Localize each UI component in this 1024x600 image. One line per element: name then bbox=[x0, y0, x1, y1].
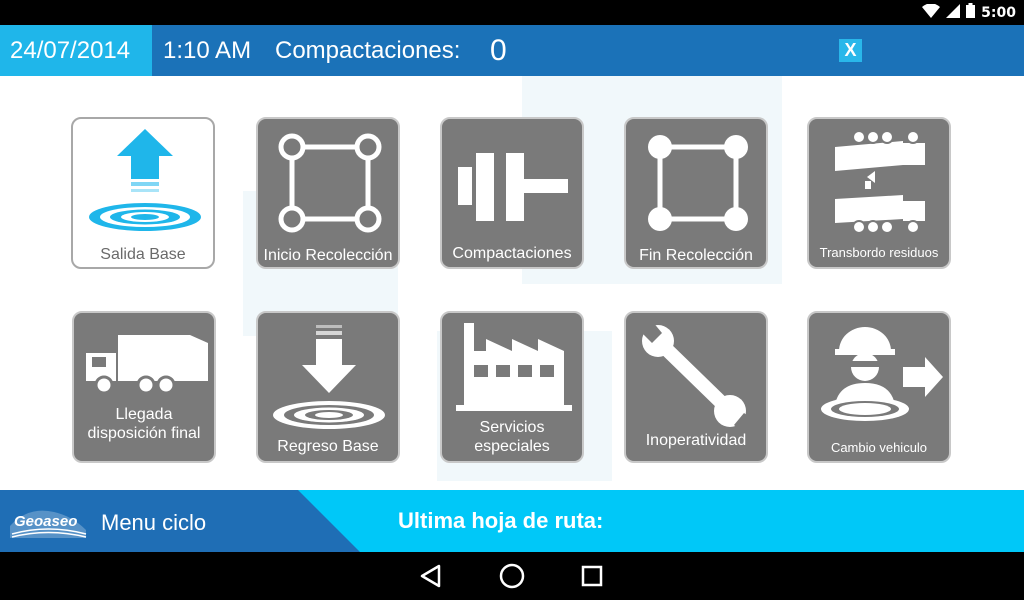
route-sheet-label: Ultima hoja de ruta: bbox=[398, 508, 604, 533]
header-bar: 24/07/2014 1:10 AM Compactaciones: 0 X bbox=[0, 25, 1024, 76]
menu-grid: Salida Base Inicio Recolección Compactac… bbox=[0, 76, 1024, 490]
home-icon[interactable] bbox=[498, 562, 526, 590]
tile-compactaciones[interactable]: Compactaciones bbox=[440, 117, 584, 269]
tile-label: Inoperatividad bbox=[645, 432, 747, 449]
tile-fin-recoleccion[interactable]: Fin Recolección bbox=[624, 117, 768, 269]
close-button[interactable]: X bbox=[839, 39, 862, 62]
tile-label: Servicios especiales bbox=[474, 419, 550, 455]
signal-icon bbox=[946, 3, 961, 22]
back-icon[interactable] bbox=[417, 562, 445, 590]
tile-llegada-disposicion-final[interactable]: Llegada disposición final bbox=[72, 311, 216, 463]
status-bar: 5:00 bbox=[0, 0, 1024, 25]
tile-regreso-base[interactable]: Regreso Base bbox=[256, 311, 400, 463]
footer-bar: Geoaseo Menu ciclo Ultima hoja de ruta: bbox=[0, 490, 1024, 552]
recents-icon[interactable] bbox=[578, 562, 606, 590]
tile-label: Regreso Base bbox=[277, 438, 379, 455]
tile-servicios-especiales[interactable]: Servicios especiales bbox=[440, 311, 584, 463]
tile-label: Transbordo residuos bbox=[819, 245, 939, 260]
header-date: 24/07/2014 bbox=[0, 25, 152, 76]
header-time: 1:10 AM bbox=[163, 37, 252, 64]
tile-label: Compactaciones bbox=[452, 245, 572, 262]
geoaseo-logo: Geoaseo bbox=[10, 510, 87, 538]
tile-label: Inicio Recolección bbox=[263, 247, 393, 264]
tile-inicio-recoleccion[interactable]: Inicio Recolección bbox=[256, 117, 400, 269]
tile-inoperatividad[interactable]: Inoperatividad bbox=[624, 311, 768, 463]
tile-label: Fin Recolección bbox=[639, 247, 753, 264]
battery-icon bbox=[966, 3, 976, 22]
menu-panel: Geoaseo Menu ciclo bbox=[0, 490, 360, 552]
tile-label: Llegada disposición final bbox=[87, 406, 201, 442]
tile-label: Salida Base bbox=[100, 246, 186, 263]
tile-transbordo-residuos[interactable]: Transbordo residuos bbox=[807, 117, 951, 269]
tile-cambio-vehiculo[interactable]: Cambio vehiculo bbox=[807, 311, 951, 463]
wifi-icon bbox=[922, 2, 941, 22]
navigation-bar bbox=[0, 552, 1024, 600]
status-time: 5:00 bbox=[981, 4, 1016, 21]
compactions-count: 0 bbox=[490, 34, 507, 67]
compactions-label: Compactaciones: bbox=[275, 37, 461, 64]
logo-text: Geoaseo bbox=[14, 513, 77, 530]
tile-label: Cambio vehiculo bbox=[830, 440, 928, 455]
tile-salida-base[interactable]: Salida Base bbox=[71, 117, 215, 269]
menu-title: Menu ciclo bbox=[101, 510, 207, 535]
